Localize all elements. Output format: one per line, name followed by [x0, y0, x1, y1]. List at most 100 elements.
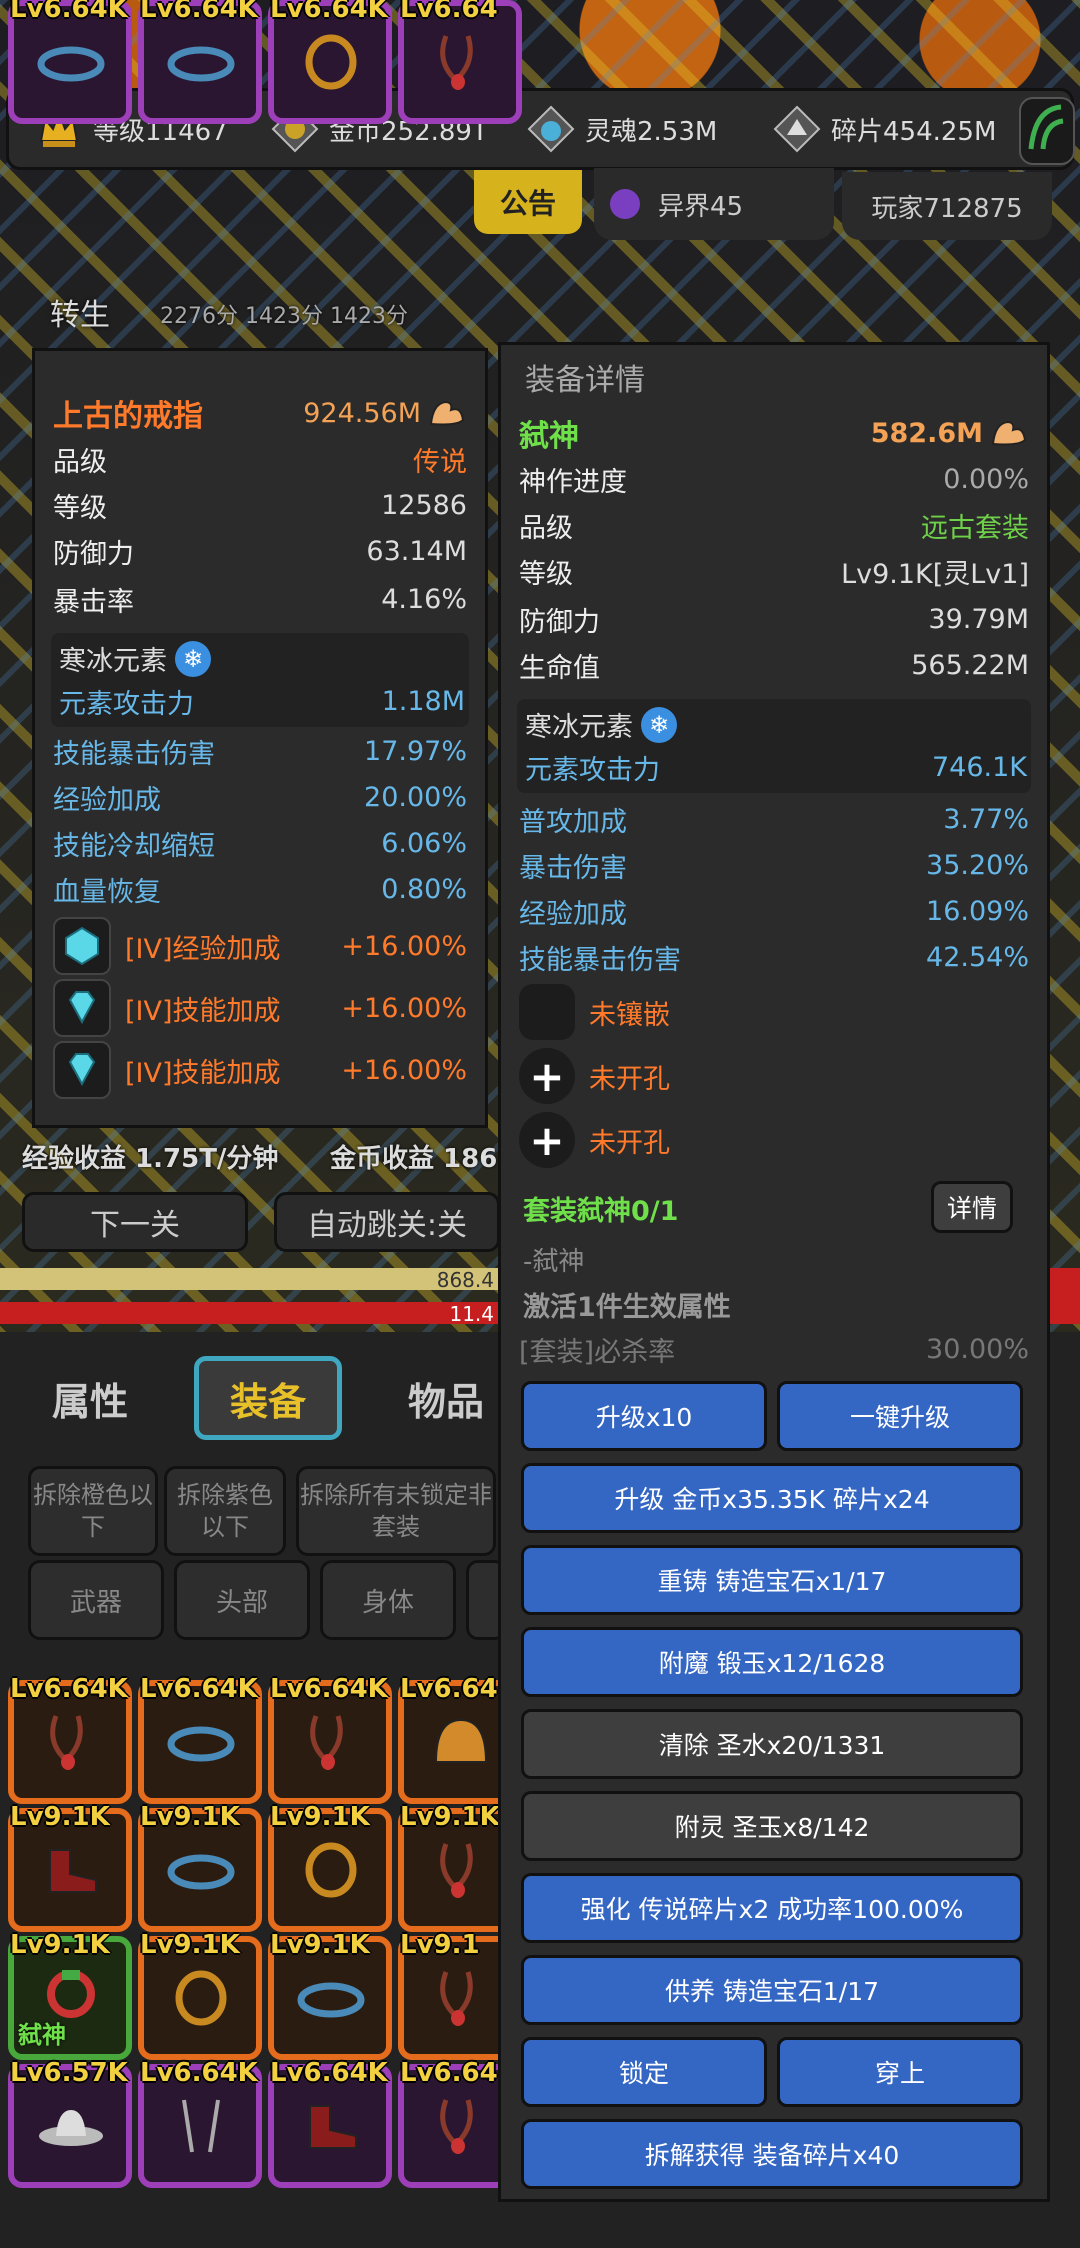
dismantle-orange-button[interactable]: 拆除橙色以下	[28, 1466, 158, 1556]
inventory-item[interactable]: Lv9.1K	[8, 1802, 132, 1932]
inventory-item[interactable]: Lv9.1K	[268, 1802, 392, 1932]
socket-row[interactable]: 未镶嵌	[519, 984, 1029, 1040]
inventory-item[interactable]: Lv6.64K	[268, 2058, 392, 2188]
inventory-item[interactable]: Lv6.64K	[138, 2058, 262, 2188]
category-head[interactable]: 头部	[174, 1560, 310, 1640]
inventory-item[interactable]: Lv6.64K	[8, 0, 132, 124]
notice-button[interactable]: 公告	[474, 170, 582, 234]
item-name: 弑神	[519, 419, 579, 454]
item-level: Lv6.64K	[140, 2058, 258, 2088]
inventory-item[interactable]: Lv9.1K	[138, 1930, 262, 2060]
tab-attributes[interactable]: 属性	[20, 1356, 160, 1440]
item-level: Lv6.64	[400, 2058, 498, 2088]
gem-label: [IV]技能加成	[125, 1057, 281, 1089]
set-detail-button[interactable]: 详情	[931, 1181, 1013, 1233]
element-box: 寒冰元素 ❄ 元素攻击力 1.18M	[51, 633, 469, 727]
enchant-button[interactable]: 附魔 锻玉x12/1628	[521, 1627, 1023, 1697]
strength-icon	[991, 420, 1027, 446]
socket-row[interactable]: + 未开孔	[519, 1048, 1029, 1104]
one-click-upgrade-button[interactable]: 一键升级	[777, 1381, 1023, 1451]
element-name: 寒冰元素	[59, 646, 167, 677]
set-activate: 激活1件生效属性	[523, 1292, 731, 1323]
stat-value: 传说	[413, 446, 467, 478]
stat-value: 4.16%	[381, 583, 467, 615]
ring-gold-icon	[296, 32, 366, 92]
spirit-button[interactable]: 附灵 圣玉x8/142	[521, 1791, 1023, 1861]
upgrade-button[interactable]: 升级 金币x35.35K 碎片x24	[521, 1463, 1023, 1533]
inventory-item[interactable]: Lv6.64K	[268, 1674, 392, 1804]
bonus-value: 42.54%	[926, 941, 1029, 973]
element-name: 寒冰元素	[525, 712, 633, 743]
stat-value: 12586	[381, 489, 467, 521]
amulet-icon	[296, 1712, 366, 1772]
tab-equipment[interactable]: 装备	[194, 1356, 342, 1440]
bonus-label: 经验加成	[519, 898, 627, 930]
amulet-icon	[36, 1712, 106, 1772]
inventory-item[interactable]: Lv6.64	[398, 0, 522, 124]
stat-soul: 灵魂2.53M	[527, 91, 717, 167]
gem-icon	[53, 917, 111, 975]
category-weapon[interactable]: 武器	[28, 1560, 164, 1640]
auto-skip-button[interactable]: 自动跳关:关	[274, 1192, 500, 1252]
rebirth-label[interactable]: 转生	[50, 290, 110, 334]
set-title: 套装弑神0/1	[523, 1196, 679, 1227]
tab-items[interactable]: 物品	[386, 1356, 506, 1440]
upgrade-x10-button[interactable]: 升级x10	[521, 1381, 767, 1451]
category-body[interactable]: 身体	[320, 1560, 456, 1640]
stat-label: 品级	[519, 512, 573, 544]
amulet-icon	[426, 32, 496, 92]
gem-slot-row[interactable]: [IV]技能加成 +16.00%	[53, 1041, 467, 1099]
rebirth-scores: 2276分 1423分 1423分	[160, 304, 408, 329]
gem-slot-row[interactable]: [IV]经验加成 +16.00%	[53, 917, 467, 975]
inventory-item[interactable]: Lv6.64K	[138, 1674, 262, 1804]
clear-button[interactable]: 清除 圣水x20/1331	[521, 1709, 1023, 1779]
menu-button[interactable]	[1019, 97, 1075, 165]
bonus-value: 6.06%	[381, 827, 467, 859]
item-level: Lv9.1K	[10, 1802, 110, 1832]
lock-button[interactable]: 锁定	[521, 2037, 767, 2107]
bonus-value: 0.80%	[381, 873, 467, 905]
strength-icon	[429, 400, 465, 426]
stat-value: Lv9.1K[灵Lv1]	[841, 558, 1029, 590]
item-name: 上古的戒指	[53, 399, 203, 434]
item-level: Lv6.64K	[270, 1674, 388, 1704]
hp-bar-end	[1050, 1268, 1080, 1324]
dismantle-unlocked-button[interactable]: 拆除所有未锁定非套装	[296, 1466, 496, 1556]
player-tab[interactable]: 玩家712875	[842, 172, 1052, 240]
ring-gold-icon	[166, 1968, 236, 2028]
stat-label: 生命值	[519, 652, 600, 684]
dismantle-button[interactable]: 拆解获得 装备碎片x40	[521, 2119, 1023, 2189]
inventory-item[interactable]: Lv6.64K	[138, 0, 262, 124]
stat-value: 0.00%	[943, 463, 1029, 495]
stat-label: 等级	[53, 492, 107, 524]
stat-label: 防御力	[519, 606, 600, 638]
socket-row[interactable]: + 未开孔	[519, 1112, 1029, 1168]
diamond-icon	[53, 1041, 111, 1099]
ring-blue-icon	[166, 1712, 236, 1772]
world-tab[interactable]: 异界45	[594, 168, 834, 240]
helmet-icon	[426, 1712, 496, 1772]
bonus-label: 血量恢复	[53, 876, 161, 908]
stat-label: 暴击率	[53, 586, 134, 618]
stat-shard: 碎片454.25M	[773, 91, 996, 167]
equip-button[interactable]: 穿上	[777, 2037, 1023, 2107]
inventory-item[interactable]: Lv9.1K 弑神	[8, 1930, 132, 2060]
ring-gold-icon	[296, 1840, 366, 1900]
gem-slot-row[interactable]: [IV]技能加成 +16.00%	[53, 979, 467, 1037]
bonus-label: 技能暴击伤害	[519, 944, 681, 976]
inventory-item[interactable]: Lv6.64K	[268, 0, 392, 124]
gem-value: +16.00%	[341, 1054, 467, 1086]
inventory-item[interactable]: Lv6.64K	[8, 1674, 132, 1804]
recast-button[interactable]: 重铸 铸造宝石x1/17	[521, 1545, 1023, 1615]
inventory-item[interactable]: Lv9.1K	[268, 1930, 392, 2060]
strengthen-button[interactable]: 强化 传说碎片x2 成功率100.00%	[521, 1873, 1023, 1943]
bonus-value: 20.00%	[364, 781, 467, 813]
ring-blue-icon	[166, 1840, 236, 1900]
inventory-item[interactable]: Lv9.1K	[138, 1802, 262, 1932]
item-level: Lv6.64K	[10, 1674, 128, 1704]
dismantle-purple-button[interactable]: 拆除紫色以下	[164, 1466, 286, 1556]
item-level: Lv9.1K	[400, 1802, 500, 1832]
inventory-item[interactable]: Lv6.57K	[8, 2058, 132, 2188]
next-stage-button[interactable]: 下一关	[22, 1192, 248, 1252]
offer-button[interactable]: 供养 铸造宝石1/17	[521, 1955, 1023, 2025]
